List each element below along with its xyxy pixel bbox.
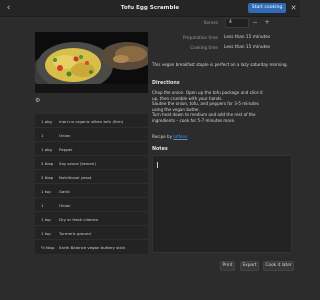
export-button[interactable]: Export <box>240 261 259 271</box>
recipe-author-line: Recipe by luthien <box>152 134 188 139</box>
list-item: 1 tsp Turmeric ground <box>35 228 148 240</box>
list-item: 1 pkg mori-nu organic silken tofu (firm) <box>35 116 148 128</box>
header-bar: ‹ Tofu Egg Scramble Start cooking ✕ <box>0 0 300 17</box>
cook-time-value: Less than 15 minutes <box>224 45 271 50</box>
serves-increment-button[interactable]: + <box>262 18 272 28</box>
serves-input[interactable]: 4 <box>225 18 249 28</box>
divider <box>35 141 148 142</box>
ingredient-amount: ½ tbsp <box>41 245 55 250</box>
serves-decrement-button[interactable]: − <box>250 18 260 28</box>
list-item: ½ tbsp Earth Balance vegan buttery stick <box>35 242 148 254</box>
direction-line: ingredients – cook for 5-7 minutes more. <box>152 117 236 123</box>
recipe-description: This vegan breakfast staple is perfect o… <box>152 62 288 67</box>
ingredient-name: Earth Balance vegan buttery stick <box>59 245 126 250</box>
divider <box>35 197 148 198</box>
list-item: 1 pkg Pepper <box>35 144 148 156</box>
prep-time-value: Less than 15 minutes <box>224 35 271 40</box>
text-caret <box>157 162 158 168</box>
divider <box>35 183 148 184</box>
cook-it-later-button[interactable]: Cook it later <box>263 261 294 271</box>
list-item: 1 Onion <box>35 130 148 142</box>
start-cooking-button[interactable]: Start cooking <box>248 3 286 13</box>
directions-title: Directions <box>152 81 180 86</box>
author-link[interactable]: luthien <box>173 134 187 139</box>
ingredients-list: 1 pkg mori-nu organic silken tofu (firm)… <box>35 114 148 254</box>
recipe-by-label: Recipe by <box>152 134 173 139</box>
list-item: 2 tbsp Nutritional yeast <box>35 172 148 184</box>
cook-time-label: Cooking time <box>190 45 218 50</box>
divider <box>35 225 148 226</box>
back-button[interactable]: ‹ <box>3 3 14 14</box>
serves-label: Serves <box>203 20 218 25</box>
list-item: 2 tbsp Soy sauce (tamari) <box>35 158 148 170</box>
recipe-photo <box>35 32 148 93</box>
close-button[interactable]: ✕ <box>289 3 298 13</box>
list-item: 1 tsp Garlic <box>35 186 148 198</box>
list-item: 1 tsp Dry or fresh cilantro <box>35 214 148 226</box>
directions-text: Chop the onion. Open up the tofu package… <box>152 90 292 124</box>
divider <box>35 127 148 128</box>
recipe-photo-image <box>35 32 148 93</box>
divider <box>35 239 148 240</box>
print-button[interactable]: Print <box>220 261 235 271</box>
prep-time-label: Preparation time <box>183 35 218 40</box>
notes-textarea[interactable] <box>152 155 292 253</box>
divider <box>35 211 148 212</box>
divider <box>35 169 148 170</box>
notes-title: Notes <box>152 147 168 152</box>
divider <box>35 155 148 156</box>
window-title: Tofu Egg Scramble <box>120 5 180 11</box>
gear-icon[interactable]: ⚙ <box>35 98 41 104</box>
list-item: 1 Onion <box>35 200 148 212</box>
